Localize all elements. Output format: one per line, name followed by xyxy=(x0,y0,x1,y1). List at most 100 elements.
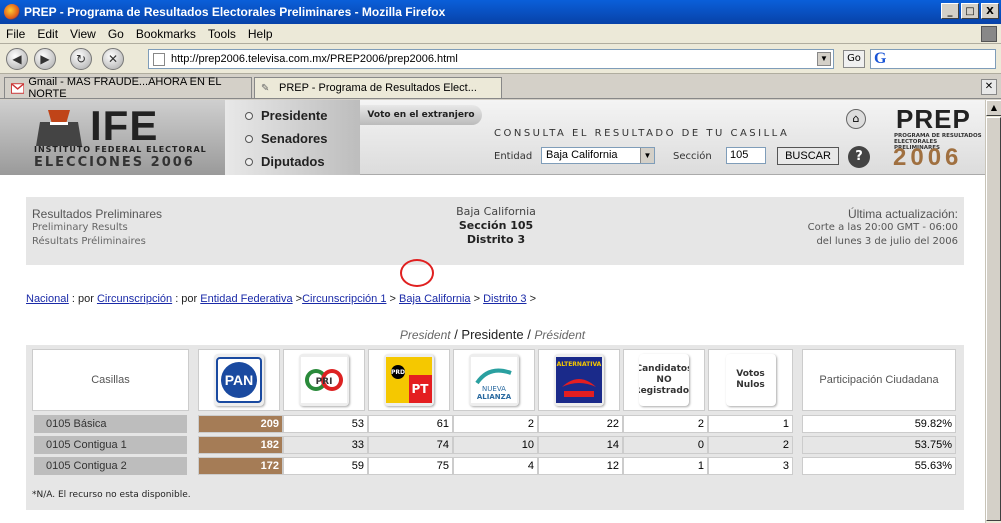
menu-bookmarks[interactable]: Bookmarks xyxy=(130,27,202,41)
breadcrumb-circunscripcion[interactable]: Circunscripción xyxy=(97,293,172,305)
last-update-line2: del lunes 3 de julio del 2006 xyxy=(816,236,958,247)
reload-icon[interactable]: ↻ xyxy=(70,47,92,70)
vote-cell: 182 xyxy=(198,436,283,454)
forward-icon[interactable]: ▶ xyxy=(34,47,56,70)
menu-tools[interactable]: Tools xyxy=(202,27,242,41)
page-icon xyxy=(153,53,165,66)
voto-extranjero-link[interactable]: Voto en el extranjero xyxy=(360,105,482,125)
search-input[interactable]: G xyxy=(870,49,996,69)
prep-text: PREP xyxy=(896,104,971,134)
vote-cell: 4 xyxy=(453,457,538,475)
prep-logo: PREP PROGRAMA DE RESULTADOS ELECTORALES … xyxy=(888,102,985,175)
casilla-label: 0105 Contigua 2 xyxy=(34,457,187,475)
cand-no-reg-header: Candidatos NO Registrados xyxy=(623,349,705,411)
throbber-icon xyxy=(981,26,997,42)
bullet-icon xyxy=(245,134,253,143)
vote-cell: 74 xyxy=(368,436,453,454)
menu-bar: File Edit View Go Bookmarks Tools Help xyxy=(0,24,1001,44)
participacion-cell: 55.63% xyxy=(802,457,956,475)
breadcrumb: Nacional : por Circunscripción : por Ent… xyxy=(26,293,536,305)
vote-cell: 1 xyxy=(623,457,708,475)
breadcrumb-nacional[interactable]: Nacional xyxy=(26,293,69,305)
menu-diputados[interactable]: Diputados xyxy=(245,154,325,169)
cand-no-reg-label: Candidatos NO Registrados xyxy=(639,354,689,406)
state-name: Baja California xyxy=(456,205,536,218)
google-icon[interactable]: G xyxy=(874,50,886,68)
vote-cell: 3 xyxy=(708,457,793,475)
votos-nulos-header: Votos Nulos xyxy=(708,349,793,411)
stop-icon[interactable]: ✕ xyxy=(102,47,124,70)
close-button[interactable]: X xyxy=(981,3,999,19)
seccion-label: Sección xyxy=(673,151,712,162)
casillas-header: Casillas xyxy=(32,349,189,411)
menu-presidente[interactable]: Presidente xyxy=(245,108,327,123)
url-bar[interactable]: http://prep2006.televisa.com.mx/PREP2006… xyxy=(148,49,834,69)
ife-text: IFE xyxy=(90,102,159,149)
gmail-icon xyxy=(11,82,25,94)
bullet-icon xyxy=(245,111,253,120)
help-icon[interactable]: ? xyxy=(848,146,870,168)
chevron-down-icon[interactable]: ▼ xyxy=(640,148,654,163)
highlight-circle xyxy=(400,259,434,287)
url-dropdown-icon[interactable]: ▼ xyxy=(817,52,831,66)
vote-cell: 75 xyxy=(368,457,453,475)
menu-go[interactable]: Go xyxy=(102,27,130,41)
party-nueva-alianza: NUEVA ALIANZA xyxy=(453,349,535,411)
tab-label: Gmail - MAS FRAUDE...AHORA EN EL NORTE xyxy=(28,76,222,100)
back-icon[interactable]: ◀ xyxy=(6,47,28,70)
vote-cell: 1 xyxy=(708,415,793,433)
entidad-select[interactable]: Baja California ▼ xyxy=(541,147,655,164)
tab-prep[interactable]: ✎ PREP - Programa de Resultados Elect... xyxy=(254,77,502,98)
ife-logo[interactable]: IFE INSTITUTO FEDERAL ELECTORAL ELECCION… xyxy=(0,100,225,175)
svg-text:PT: PT xyxy=(412,382,430,396)
home-icon[interactable]: ⌂ xyxy=(846,109,866,129)
prep-year: 2006 xyxy=(893,144,963,171)
institute-text: INSTITUTO FEDERAL ELECTORAL xyxy=(34,145,207,154)
vote-cell: 53 xyxy=(283,415,368,433)
tab-gmail[interactable]: Gmail - MAS FRAUDE...AHORA EN EL NORTE xyxy=(4,76,252,100)
vote-cell: 2 xyxy=(453,415,538,433)
alternativa-logo: ALTERNATIVA xyxy=(554,354,604,406)
tab-label: PREP - Programa de Resultados Elect... xyxy=(279,82,477,94)
menu-edit[interactable]: Edit xyxy=(31,27,64,41)
buscar-button[interactable]: BUSCAR xyxy=(777,147,839,165)
breadcrumb-distrito-3[interactable]: Distrito 3 xyxy=(483,293,526,305)
close-tab-icon[interactable]: ✕ xyxy=(981,79,997,95)
votos-nulos-label: Votos Nulos xyxy=(725,354,776,406)
scroll-up-icon[interactable]: ▲ xyxy=(986,100,1001,116)
participacion-header: Participación Ciudadana xyxy=(802,349,956,411)
url-text: http://prep2006.televisa.com.mx/PREP2006… xyxy=(171,53,458,65)
participacion-cell: 59.82% xyxy=(802,415,956,433)
minimize-button[interactable]: _ xyxy=(941,3,959,19)
maximize-button[interactable]: □ xyxy=(961,3,979,19)
svg-text:ALTERNATIVA: ALTERNATIVA xyxy=(557,361,602,368)
vote-cell: 61 xyxy=(368,415,453,433)
participacion-cell: 53.75% xyxy=(802,436,956,454)
menu-view[interactable]: View xyxy=(64,27,102,41)
breadcrumb-circunscripcion-1[interactable]: Circunscripción 1 xyxy=(302,293,386,305)
results-title-fr: Résultats Préliminaires xyxy=(32,236,146,247)
section-name: Sección 105 xyxy=(458,219,534,232)
tab-bar: Gmail - MAS FRAUDE...AHORA EN EL NORTE ✎… xyxy=(0,75,1001,100)
svg-text:PAN: PAN xyxy=(225,372,254,388)
vertical-scrollbar[interactable]: ▲ xyxy=(985,100,1001,523)
svg-text:PRI: PRI xyxy=(316,377,333,387)
breadcrumb-entidad[interactable]: Entidad Federativa xyxy=(200,293,292,305)
menu-file[interactable]: File xyxy=(0,27,31,41)
window-titlebar: PREP - Programa de Resultados Electorale… xyxy=(0,0,1001,24)
vote-cell: 12 xyxy=(538,457,623,475)
go-button[interactable]: Go xyxy=(843,50,865,68)
page-content: IFE INSTITUTO FEDERAL ELECTORAL ELECCION… xyxy=(0,100,985,523)
firefox-icon xyxy=(4,4,20,20)
pan-logo: PAN xyxy=(214,354,264,406)
menu-senadores[interactable]: Senadores xyxy=(245,131,327,146)
vote-cell: 2 xyxy=(708,436,793,454)
seccion-input[interactable]: 105 xyxy=(726,147,766,164)
menu-help[interactable]: Help xyxy=(242,27,279,41)
coalition-logo: PRI xyxy=(299,354,349,406)
scroll-thumb[interactable] xyxy=(986,117,1001,521)
casilla-label: 0105 Básica xyxy=(34,415,187,433)
breadcrumb-baja-california[interactable]: Baja California xyxy=(399,293,471,305)
entidad-value: Baja California xyxy=(546,149,618,161)
casilla-label: 0105 Contigua 1 xyxy=(34,436,187,454)
